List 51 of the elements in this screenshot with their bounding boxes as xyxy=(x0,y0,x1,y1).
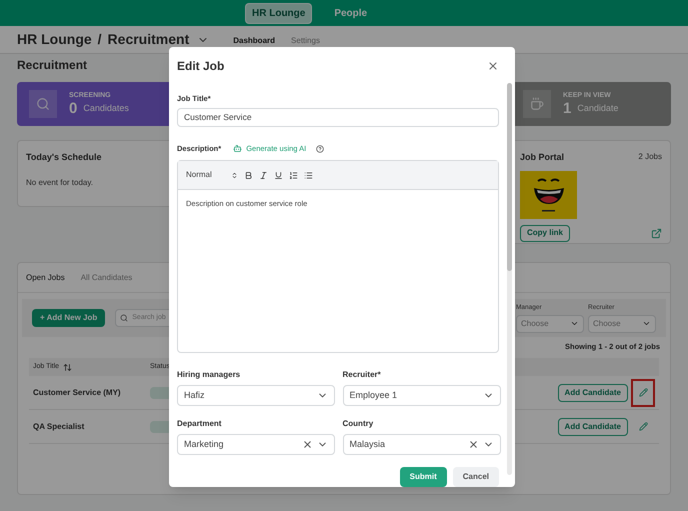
submit-button[interactable]: Submit xyxy=(400,467,447,487)
bullet-list-icon[interactable] xyxy=(304,170,313,180)
style-dropdown[interactable]: Normal xyxy=(186,169,238,182)
clear-icon[interactable] xyxy=(468,439,478,450)
stat-unit: Candidates xyxy=(83,102,129,115)
underline-icon[interactable] xyxy=(274,170,283,180)
bold-icon[interactable] xyxy=(244,170,253,180)
pencil-icon xyxy=(638,388,648,398)
pencil-icon xyxy=(638,422,648,432)
select-field[interactable]: Marketing xyxy=(177,434,335,455)
sort-icon[interactable] xyxy=(63,362,72,372)
select-field[interactable]: Employee 1 xyxy=(342,385,500,406)
numbered-list-icon[interactable] xyxy=(289,170,298,180)
job-count: 2 Jobs xyxy=(638,151,662,163)
select-field[interactable]: Malaysia xyxy=(342,434,500,455)
page-tab[interactable]: Dashboard xyxy=(233,37,276,45)
panel-tab[interactable]: Open Jobs xyxy=(26,272,65,284)
add-candidate-button[interactable]: Add Candidate xyxy=(558,418,628,436)
stat-unit: Candidate xyxy=(577,102,618,115)
field-label: Country xyxy=(342,418,374,430)
help-icon[interactable] xyxy=(316,144,324,153)
breadcrumb-parent[interactable]: HR Lounge xyxy=(17,29,92,50)
edit-button[interactable] xyxy=(631,378,655,407)
search-icon xyxy=(120,314,128,322)
job-title-field[interactable]: Customer Service xyxy=(177,108,499,128)
page-title: Recruitment xyxy=(17,59,88,71)
dialog-title: Edit Job xyxy=(177,58,224,75)
select-field[interactable]: Hafiz xyxy=(177,385,335,406)
breadcrumb-separator: / xyxy=(98,30,102,49)
stat-count: 1 xyxy=(563,101,572,116)
external-link-icon[interactable] xyxy=(651,228,662,238)
italic-icon[interactable] xyxy=(259,170,268,180)
empty-message: No event for today. xyxy=(26,176,94,188)
field-label: Department xyxy=(177,418,222,430)
scrollbar[interactable] xyxy=(507,83,512,475)
field-label: Recruiter* xyxy=(342,369,382,381)
close-icon[interactable] xyxy=(487,60,499,72)
job-title[interactable]: QA Specialist xyxy=(33,420,150,433)
card-title: Today's Schedule xyxy=(26,151,102,164)
add-candidate-button[interactable]: Add Candidate xyxy=(558,384,628,402)
job-title[interactable]: Customer Service (MY) xyxy=(33,386,150,399)
up-down-icon[interactable] xyxy=(231,172,238,179)
copy-link-button[interactable]: Copy link xyxy=(520,224,570,242)
breadcrumb-current[interactable]: Recruitment xyxy=(108,29,190,50)
field-label: Hiring managers xyxy=(177,369,242,381)
stat-count: 0 xyxy=(69,101,78,116)
clear-icon[interactable] xyxy=(302,439,313,450)
card-title: Job Portal xyxy=(520,151,564,164)
robot-icon xyxy=(233,144,242,154)
cancel-button[interactable]: Cancel xyxy=(452,467,499,487)
nav-tab[interactable]: HR Lounge xyxy=(245,2,312,24)
